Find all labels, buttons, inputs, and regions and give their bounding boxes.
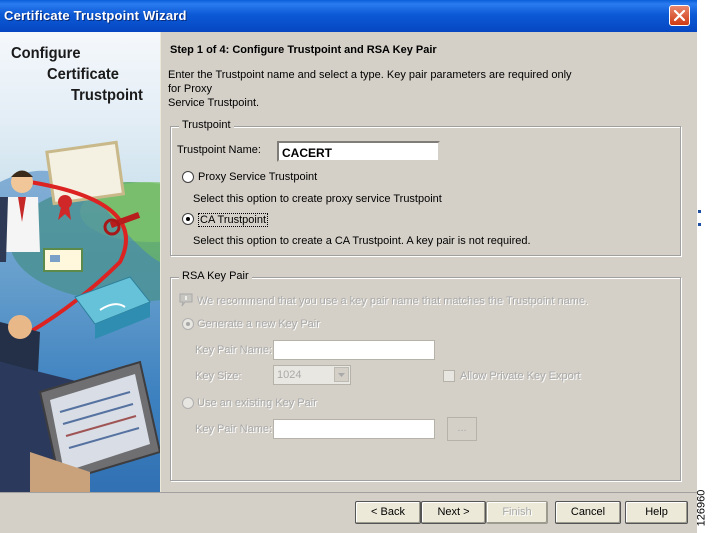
rsa-hint-text: We recommend that you use a key pair nam… — [197, 295, 589, 307]
existing-keypair-name-label: Key Pair Name: — [195, 423, 273, 435]
existing-keypair-name-input[interactable] — [273, 419, 435, 439]
keypair-name-input[interactable] — [273, 340, 435, 360]
figure-id-text: 126960 — [695, 489, 708, 527]
generate-key-pair-radio[interactable] — [182, 318, 194, 330]
existing-key-pair-radio[interactable] — [182, 397, 194, 409]
ca-trustpoint-desc: Select this option to create a CA Trustp… — [193, 235, 531, 247]
rsa-key-pair-legend: RSA Key Pair — [179, 270, 252, 282]
wizard-content: Step 1 of 4: Configure Trustpoint and RS… — [161, 32, 697, 492]
allow-export-checkbox[interactable] — [443, 370, 455, 382]
sidebar-title-line1: Configure — [11, 45, 81, 62]
trustpoint-legend: Trustpoint — [179, 119, 234, 131]
trustpoint-name-input[interactable]: CACERT — [277, 141, 440, 162]
step-description: Enter the Trustpoint name and select a t… — [168, 68, 588, 110]
chevron-down-icon[interactable] — [334, 367, 349, 382]
cancel-button[interactable]: Cancel — [555, 501, 621, 524]
generate-key-pair-label[interactable]: Generate a new Key Pair — [197, 318, 320, 330]
step-desc-line2: for Proxy — [168, 83, 213, 95]
rsa-key-pair-group: RSA Key Pair We recommend that you use a… — [170, 270, 681, 481]
hint-bubble-icon — [179, 293, 193, 307]
key-size-label: Key Size: — [195, 370, 242, 382]
proxy-trustpoint-desc: Select this option to create proxy servi… — [193, 193, 442, 205]
title-bar[interactable]: Certificate Trustpoint Wizard — [0, 0, 697, 32]
existing-key-pair-label[interactable]: Use an existing Key Pair — [197, 397, 317, 409]
figure-id: 126960 — [695, 486, 713, 532]
sidebar-title-line2: Certificate — [47, 66, 119, 83]
help-button[interactable]: Help — [625, 501, 688, 524]
button-bar: < Back Next > Finish Cancel Help — [0, 492, 697, 533]
browse-button[interactable]: ... — [447, 417, 477, 441]
trustpoint-name-label: Trustpoint Name: — [177, 144, 261, 156]
wizard-illustration: Configure Certificate Trustpoint — [0, 32, 160, 492]
proxy-trustpoint-label[interactable]: Proxy Service Trustpoint — [198, 171, 317, 183]
window-title: Certificate Trustpoint Wizard — [4, 8, 187, 23]
key-size-select[interactable]: 1024 — [273, 365, 351, 385]
trustpoint-group: Trustpoint Trustpoint Name: CACERT Proxy… — [170, 119, 681, 256]
proxy-trustpoint-radio[interactable] — [182, 171, 194, 183]
close-icon — [673, 9, 686, 22]
finish-button[interactable]: Finish — [486, 501, 548, 524]
step-desc-line3: Service Trustpoint. — [168, 97, 260, 109]
allow-export-label[interactable]: Allow Private Key Export — [460, 370, 580, 382]
next-button[interactable]: Next > — [421, 501, 486, 524]
ca-trustpoint-radio[interactable] — [182, 213, 194, 225]
ca-trustpoint-label[interactable]: CA Trustpoint — [198, 213, 269, 227]
step-title: Step 1 of 4: Configure Trustpoint and RS… — [170, 44, 437, 56]
keypair-name-label: Key Pair Name: — [195, 344, 273, 356]
step-desc-line1: Enter the Trustpoint name and select a t… — [168, 69, 572, 81]
back-button[interactable]: < Back — [355, 501, 421, 524]
close-button[interactable] — [669, 5, 690, 26]
background-edge — [697, 205, 713, 235]
wizard-window: Certificate Trustpoint Wizard Configure … — [0, 0, 697, 533]
key-size-value: 1024 — [277, 369, 302, 381]
sidebar-title-line3: Trustpoint — [71, 87, 143, 104]
